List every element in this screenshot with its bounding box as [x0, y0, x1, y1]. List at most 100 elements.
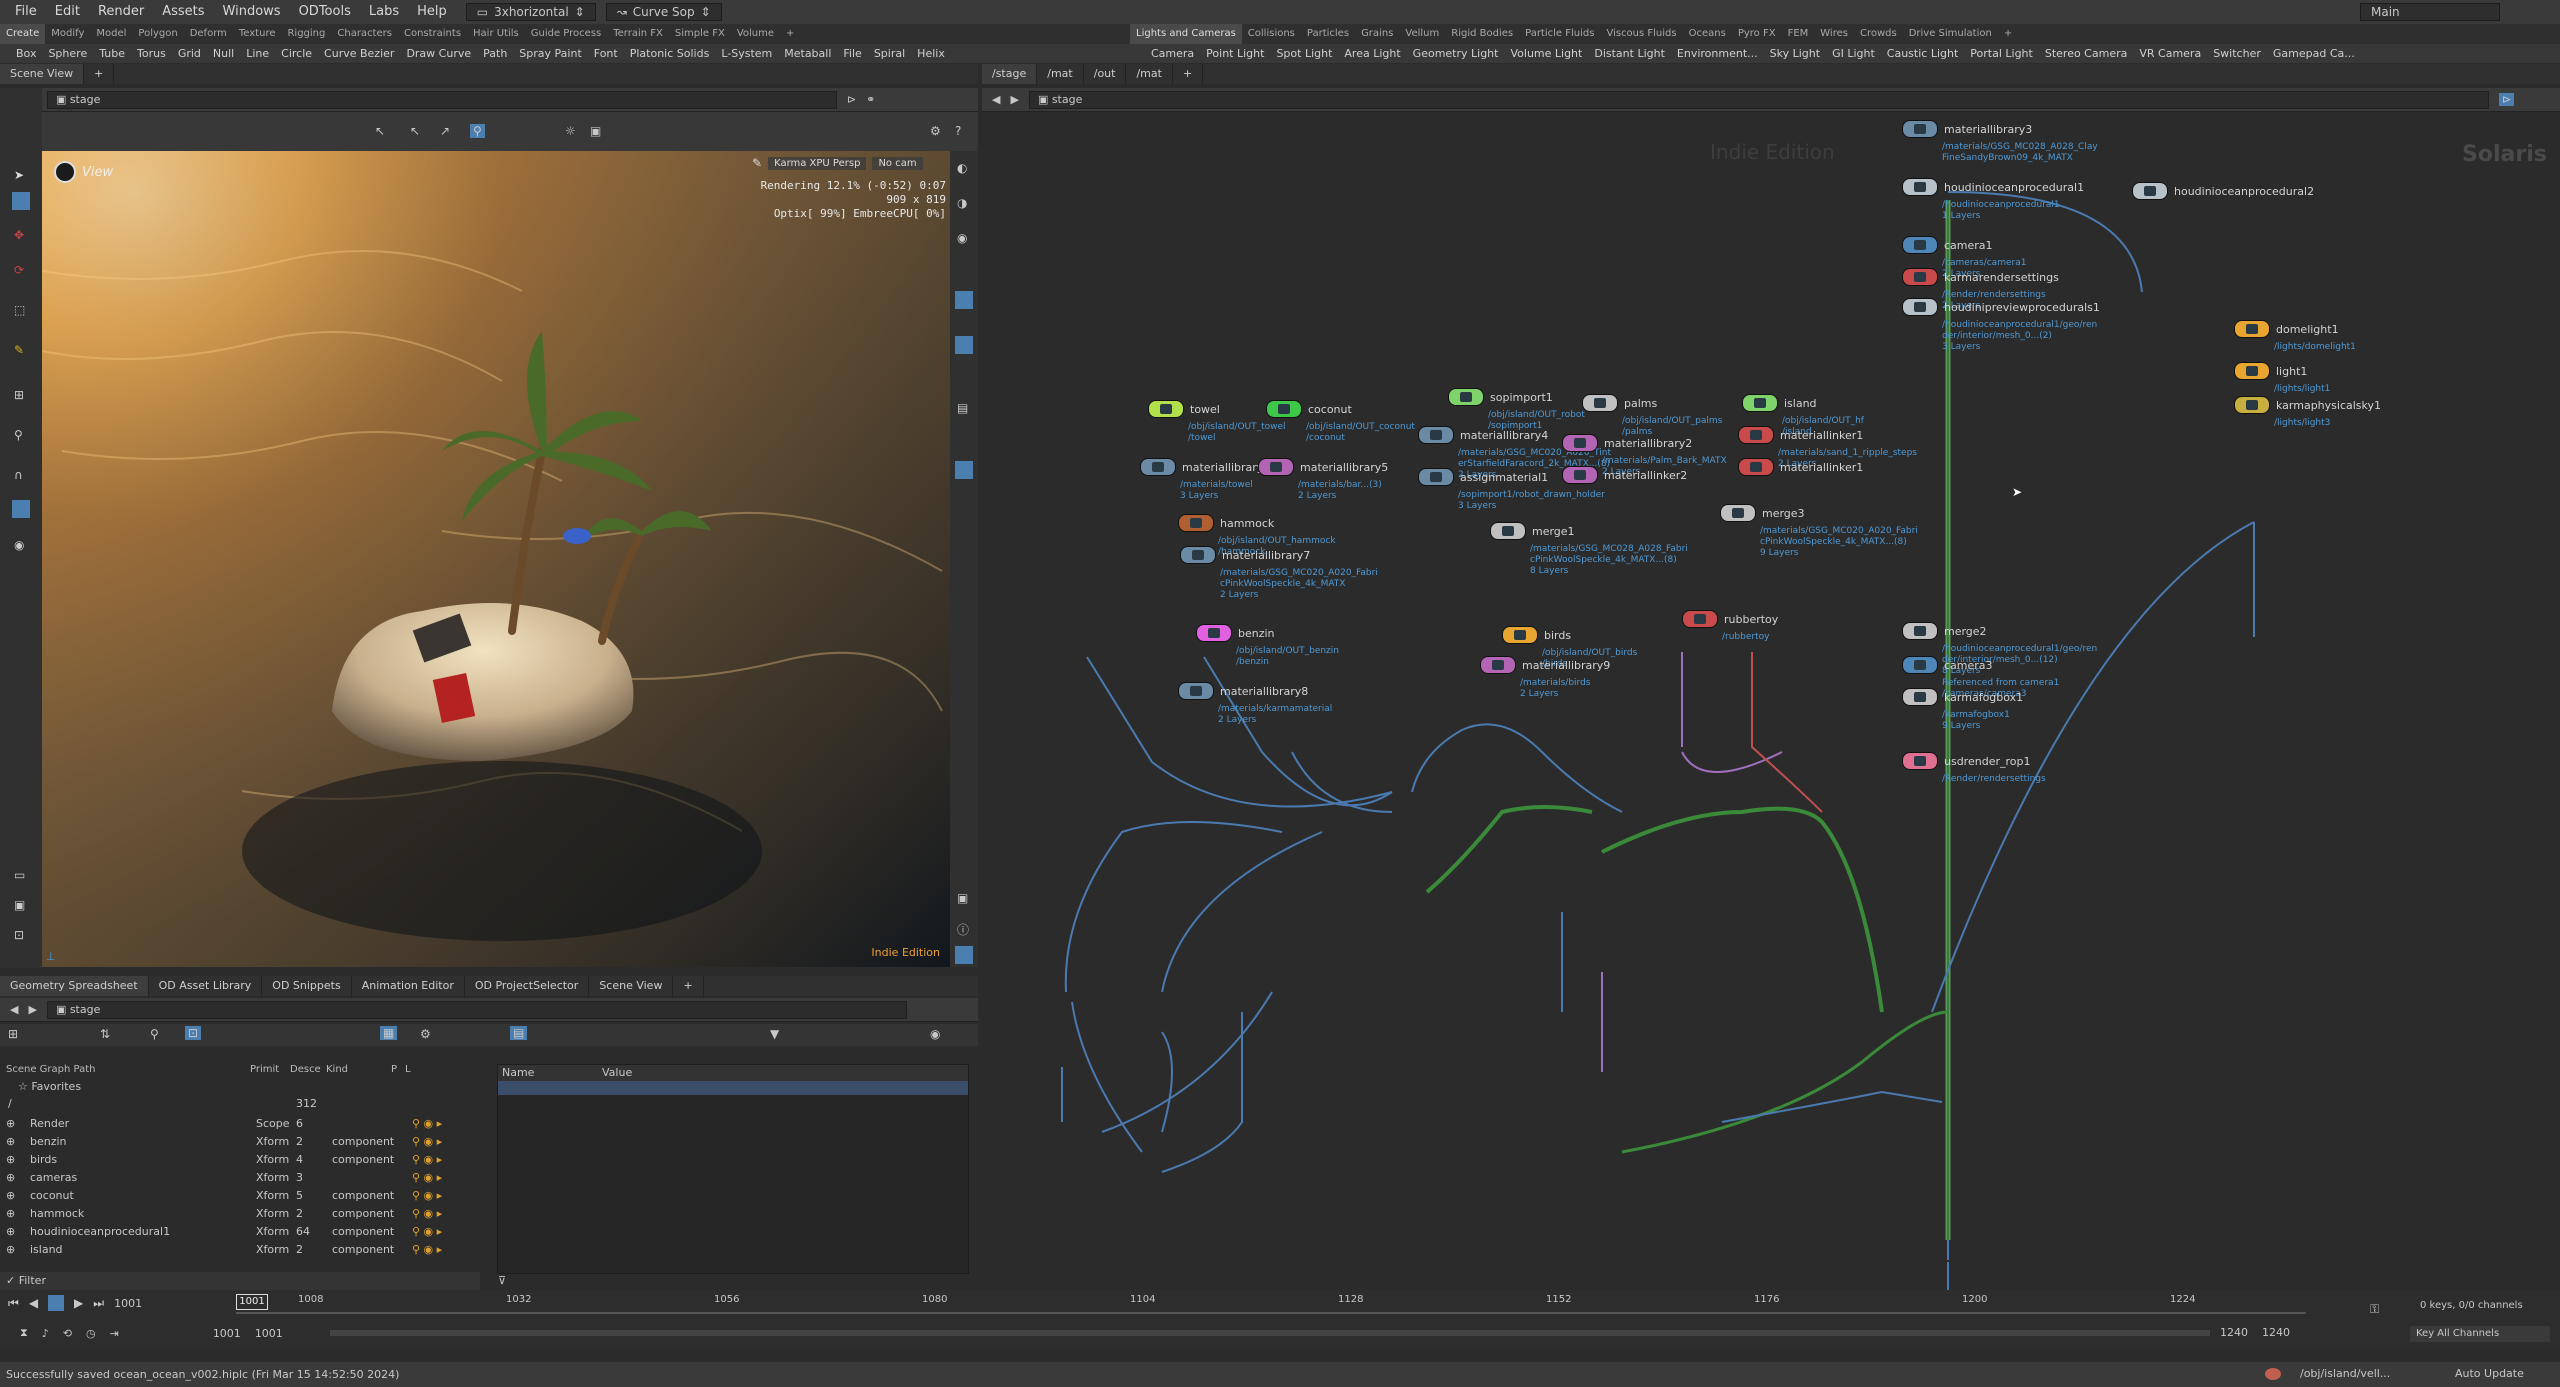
shelf-tab[interactable]: FEM [1782, 24, 1815, 44]
sg-cell-desc[interactable]: 2 [290, 1205, 326, 1223]
node-merge1[interactable]: merge1 [1490, 522, 1575, 540]
node-materiallibrary4[interactable]: materiallibrary4 [1418, 426, 1548, 444]
info-icon[interactable]: ⓘ [957, 921, 969, 938]
node-merge3[interactable]: merge3 [1720, 504, 1805, 522]
sg-header-prim[interactable]: Primit [250, 1064, 290, 1078]
range-slider[interactable] [330, 1330, 2210, 1336]
view-label[interactable]: View [54, 161, 113, 183]
back-icon[interactable]: ◀ [10, 1003, 18, 1016]
auto-update-menu[interactable]: Auto Update [2455, 1367, 2524, 1380]
sg-cell-prim[interactable]: Xform [250, 1241, 290, 1259]
link-icon[interactable]: ⚭ [866, 93, 875, 106]
pencil-icon[interactable]: ✎ [752, 156, 762, 170]
properties-selected-row[interactable] [498, 1081, 968, 1095]
node-body[interactable] [2234, 396, 2270, 414]
filter-toggle-icon[interactable]: ⊡ [185, 1026, 202, 1040]
pin-icon[interactable]: ⊳ [847, 93, 856, 106]
display-option-icon[interactable]: ▣ [957, 891, 968, 905]
sg-cell-prim[interactable]: Xform [250, 1133, 290, 1151]
step-back-icon[interactable]: ◀ [29, 1296, 38, 1310]
lighting-icon[interactable]: ☼ [565, 124, 576, 138]
add-tab-icon[interactable]: + [84, 64, 115, 84]
shelf-tab[interactable]: Guide Process [525, 24, 607, 44]
sg-cell-kind[interactable]: component [326, 1223, 406, 1241]
expand-icon[interactable]: ⊞ [8, 1027, 18, 1041]
node-body[interactable] [1902, 688, 1938, 706]
node-palms[interactable]: palms [1582, 394, 1657, 412]
view-mode-icon[interactable]: ▤ [510, 1026, 528, 1040]
tool-platonic[interactable]: Platonic Solids [624, 44, 716, 63]
sort-icon[interactable]: ⇅ [100, 1027, 110, 1041]
tool-volume-light[interactable]: Volume Light [1504, 44, 1588, 63]
render-region-icon[interactable]: ▭ [14, 868, 25, 882]
realtime-icon[interactable]: ⧗ [20, 1326, 28, 1340]
node-body[interactable] [1180, 546, 1216, 564]
node-houdinioceanprocedural2[interactable]: houdinioceanprocedural2 [2132, 182, 2314, 200]
node-body[interactable] [1902, 120, 1938, 138]
tool-sky-light[interactable]: Sky Light [1764, 44, 1826, 63]
network-path-field[interactable]: ▣ stage [1028, 90, 2489, 109]
current-frame-field[interactable]: 1001 [114, 1297, 142, 1310]
sg-row-icons[interactable]: ⚲ ◉ ▸ [406, 1151, 466, 1169]
node-body[interactable] [1902, 236, 1938, 254]
jump-end-icon[interactable]: ⏭ [93, 1296, 104, 1311]
sg-cell-prim[interactable]: Xform [250, 1151, 290, 1169]
shelf-tab[interactable]: Modify [45, 24, 90, 44]
sg-cell-kind[interactable]: component [326, 1241, 406, 1259]
sg-root-row[interactable]: / 312 [8, 1097, 478, 1110]
sg-cell-kind[interactable] [326, 1169, 406, 1187]
shelf-tab[interactable]: Terrain FX [607, 24, 669, 44]
node-body[interactable] [1582, 394, 1618, 412]
tool-line[interactable]: Line [240, 44, 275, 63]
flipbook-icon[interactable]: ▣ [14, 898, 25, 912]
add-shelf-icon[interactable]: + [1998, 24, 2018, 44]
node-camera1[interactable]: camera1 [1902, 236, 1993, 254]
expand-icon[interactable]: ⊕ [0, 1241, 24, 1259]
node-body[interactable] [1902, 656, 1938, 674]
node-karmarendersettings[interactable]: karmarendersettings [1902, 268, 2059, 286]
node-body[interactable] [1738, 458, 1774, 476]
tab-od-snippets[interactable]: OD Snippets [262, 976, 352, 996]
node-materiallibrary2[interactable]: materiallibrary2 [1562, 434, 1692, 452]
tab-scene-view[interactable]: Scene View [589, 976, 674, 996]
select-mode-icon[interactable]: ↖ [375, 124, 385, 138]
tab-out[interactable]: /out [1084, 64, 1127, 84]
shelf-tab[interactable]: Characters [331, 24, 398, 44]
menu-render[interactable]: Render [89, 0, 153, 24]
tool-switcher[interactable]: Switcher [2207, 44, 2267, 63]
tab-mat[interactable]: /mat [1037, 64, 1084, 84]
sg-cell-desc[interactable]: 6 [290, 1115, 326, 1133]
node-materiallibrary[interactable]: materiallibrary [1140, 458, 1263, 476]
expand-icon[interactable]: ⊕ [0, 1187, 24, 1205]
shelf-tab[interactable]: Rigid Bodies [1445, 24, 1519, 44]
node-body[interactable] [1196, 624, 1232, 642]
gear-icon[interactable]: ⚙ [420, 1027, 431, 1041]
node-domelight1[interactable]: domelight1 [2234, 320, 2339, 338]
menu-help[interactable]: Help [408, 0, 456, 24]
move-tool-icon[interactable]: ✥ [14, 228, 24, 242]
sg-header-path[interactable]: Scene Graph Path [0, 1064, 250, 1078]
tab-mat[interactable]: /mat [1126, 64, 1173, 84]
tab-scene-view[interactable]: Scene View [0, 64, 85, 84]
add-shelf-icon[interactable]: + [780, 24, 800, 44]
tool-distant-light[interactable]: Distant Light [1588, 44, 1671, 63]
range-icon[interactable]: ⇥ [110, 1327, 119, 1340]
shelf-tab[interactable]: Constraints [398, 24, 467, 44]
display-option-icon[interactable]: ◐ [957, 161, 967, 175]
shelf-tab[interactable]: Grains [1355, 24, 1399, 44]
select-mode-icon[interactable]: ↗ [440, 124, 450, 138]
shelf-tab[interactable]: Wires [1814, 24, 1854, 44]
sg-filter-bar[interactable]: ✓ Filter [0, 1272, 480, 1290]
node-assignmaterial1[interactable]: assignmaterial1 [1418, 468, 1548, 486]
rotate-tool-icon[interactable]: ⟳ [14, 263, 24, 277]
renderer-menu[interactable]: Karma XPU Persp [768, 156, 867, 170]
tool-null[interactable]: Null [207, 44, 240, 63]
snapshot-icon[interactable]: ⊡ [14, 928, 24, 942]
audio-icon[interactable]: ♪ [42, 1327, 49, 1340]
sg-row[interactable]: ⊕ island Xform 2 component ⚲ ◉ ▸ [0, 1241, 485, 1259]
sg-cell-prim[interactable]: Scope [250, 1115, 290, 1133]
playhead-frame-marker[interactable]: 1001 [236, 1294, 268, 1310]
forward-icon[interactable]: ▶ [1010, 93, 1018, 106]
node-island[interactable]: island [1742, 394, 1817, 412]
tool-area-light[interactable]: Area Light [1338, 44, 1406, 63]
